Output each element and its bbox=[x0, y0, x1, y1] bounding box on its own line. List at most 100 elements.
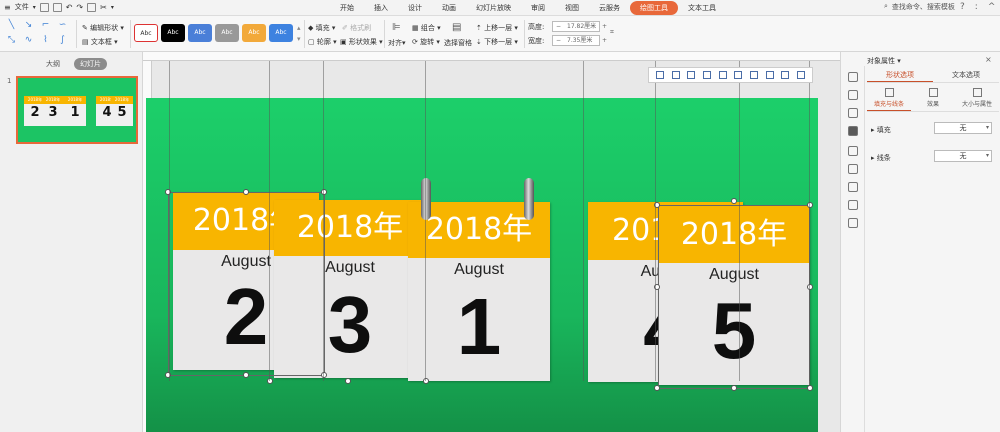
collapse-ribbon-icon[interactable]: ^ bbox=[988, 2, 996, 12]
resize-handle[interactable] bbox=[243, 372, 249, 378]
properties-icon[interactable] bbox=[848, 126, 858, 136]
subtab-size[interactable]: 大小与属性 bbox=[955, 86, 999, 111]
calendar-card[interactable]: 2018年 August 1 bbox=[408, 202, 550, 381]
history-icon[interactable] bbox=[848, 182, 858, 192]
style-preset-blue-2[interactable]: Abc bbox=[269, 24, 293, 42]
save-icon[interactable] bbox=[39, 2, 49, 12]
height-field[interactable]: 17.82厘米 bbox=[552, 21, 607, 32]
line-select[interactable]: 无 bbox=[934, 150, 992, 162]
share-icon[interactable] bbox=[848, 164, 858, 174]
align-top-icon[interactable] bbox=[702, 71, 711, 79]
fill-section-toggle[interactable]: ▸ 填充 bbox=[871, 125, 891, 135]
format-painter-button[interactable]: ✐ 格式刷 bbox=[342, 23, 371, 33]
slide[interactable]: 2018年 August 2 2018年 August 3 2018年 Augu… bbox=[146, 98, 818, 432]
resize-handle[interactable] bbox=[654, 385, 660, 391]
editing-canvas[interactable]: 2018年 August 2 2018年 August 3 2018年 Augu… bbox=[143, 52, 840, 432]
resize-handle[interactable] bbox=[321, 372, 327, 378]
command-search[interactable]: ⌕ 查找命令、搜索模板 bbox=[884, 2, 955, 12]
group-button[interactable]: ▦ 组合 ▾ bbox=[412, 23, 441, 33]
resize-handle[interactable] bbox=[731, 385, 737, 391]
style-preset-black[interactable]: Abc bbox=[161, 24, 185, 42]
redo-icon[interactable]: ↷ bbox=[76, 3, 83, 12]
tab-text-options[interactable]: 文本选项 bbox=[933, 69, 999, 82]
subtab-fill-line[interactable]: 填充与线条 bbox=[867, 86, 911, 111]
line-section-toggle[interactable]: ▸ 线条 bbox=[871, 153, 891, 163]
rotate-button[interactable]: ⟳ 旋转 ▾ bbox=[412, 37, 440, 47]
selection-pane-button[interactable]: 选择窗格 bbox=[444, 38, 472, 48]
resize-handle[interactable] bbox=[243, 189, 249, 195]
style-preset-orange[interactable]: Abc bbox=[242, 24, 266, 42]
tab-outline[interactable]: 大纲 bbox=[40, 58, 66, 70]
align-left-icon[interactable] bbox=[655, 71, 664, 79]
resize-handle[interactable] bbox=[731, 198, 737, 204]
curve-shape-icon[interactable]: ∿ bbox=[21, 34, 36, 47]
resize-handle[interactable] bbox=[807, 202, 813, 208]
resize-handle[interactable] bbox=[165, 372, 171, 378]
align-right-icon[interactable] bbox=[687, 71, 696, 79]
curved-connector-icon[interactable]: ∽ bbox=[55, 19, 70, 32]
tab-slides[interactable]: 幻灯片 bbox=[74, 58, 107, 70]
group-icon[interactable] bbox=[781, 71, 790, 79]
elbow-connector-icon[interactable]: ⌐ bbox=[38, 19, 53, 32]
menu-icon[interactable]: ≡ bbox=[4, 3, 11, 12]
style-preset-outline[interactable]: Abc bbox=[134, 24, 158, 42]
print-icon[interactable] bbox=[52, 2, 62, 12]
resize-handle[interactable] bbox=[423, 378, 429, 384]
layers-icon[interactable] bbox=[848, 108, 858, 118]
star-icon[interactable] bbox=[848, 72, 858, 82]
resize-handle[interactable] bbox=[165, 189, 171, 195]
resize-handle[interactable] bbox=[321, 189, 327, 195]
scribble-icon[interactable]: ∫ bbox=[55, 34, 70, 47]
more-options-icon[interactable]: : bbox=[975, 2, 978, 12]
arrow-line-icon[interactable]: ↘ bbox=[21, 19, 36, 32]
tab-view[interactable]: 视图 bbox=[555, 1, 589, 15]
shape-gallery[interactable]: ╲ ↘ ⌐ ∽ ⤡ ∿ ⌇ ∫ bbox=[4, 19, 72, 49]
location-icon[interactable] bbox=[848, 146, 858, 156]
tab-drawing-tools[interactable]: 绘图工具 bbox=[630, 1, 678, 15]
freeform-icon[interactable]: ⌇ bbox=[38, 34, 53, 47]
subtab-effect[interactable]: 效果 bbox=[911, 86, 955, 111]
format-brush-icon[interactable]: ✂ bbox=[100, 3, 107, 12]
tab-slideshow[interactable]: 幻灯片放映 bbox=[466, 1, 521, 15]
distribute-h-icon[interactable] bbox=[749, 71, 758, 79]
style-preset-blue[interactable]: Abc bbox=[188, 24, 212, 42]
selection-pane-icon[interactable]: ▤ bbox=[452, 22, 461, 33]
tab-shape-options[interactable]: 形状选项 bbox=[867, 69, 933, 82]
text-box-button[interactable]: ▤ 文本框 ▾ bbox=[82, 37, 118, 47]
bring-forward-button[interactable]: ⇡ 上移一层 ▾ bbox=[476, 23, 518, 33]
lock-ratio-icon[interactable]: ⌗ bbox=[610, 28, 614, 37]
tab-animation[interactable]: 动画 bbox=[432, 1, 466, 15]
gallery-scroll-up-icon[interactable]: ▴ bbox=[297, 24, 301, 32]
undo-icon[interactable]: ↶ bbox=[66, 3, 73, 12]
slide-thumbnail[interactable]: 2018年 2 2018年 3 2018年 1 2018年 4 2018年 5 bbox=[16, 76, 138, 144]
align-center-icon[interactable] bbox=[671, 71, 680, 79]
double-arrow-icon[interactable]: ⤡ bbox=[4, 34, 19, 47]
align-button[interactable]: 对齐▾ bbox=[388, 38, 406, 48]
horizontal-ruler[interactable] bbox=[143, 52, 840, 61]
copy-icon[interactable] bbox=[848, 90, 858, 100]
help-icon[interactable]: ? bbox=[960, 2, 965, 12]
dropdown-icon[interactable]: ▾ bbox=[33, 4, 36, 11]
distribute-v-icon[interactable] bbox=[765, 71, 774, 79]
tab-insert[interactable]: 插入 bbox=[364, 1, 398, 15]
gallery-scroll-down-icon[interactable]: ▾ bbox=[297, 35, 301, 43]
outline-button[interactable]: ▢ 轮廓 ▾ bbox=[308, 37, 337, 47]
grid-icon[interactable] bbox=[848, 218, 858, 228]
tab-cloud[interactable]: 云服务 bbox=[589, 1, 630, 15]
tab-text-tools[interactable]: 文本工具 bbox=[678, 1, 726, 15]
pane-title[interactable]: 对象属性 ▾ bbox=[867, 56, 901, 66]
file-menu[interactable]: 文件 bbox=[15, 2, 29, 12]
line-shape-icon[interactable]: ╲ bbox=[4, 19, 19, 32]
close-icon[interactable]: × bbox=[985, 55, 992, 64]
width-field[interactable]: 7.35厘米 bbox=[552, 35, 607, 46]
shape-effect-button[interactable]: ▣ 形状效果 ▾ bbox=[340, 37, 383, 47]
edit-shape-button[interactable]: ✎ 编辑形状 ▾ bbox=[82, 23, 124, 33]
copy-icon[interactable] bbox=[87, 2, 97, 12]
tab-review[interactable]: 审阅 bbox=[521, 1, 555, 15]
send-backward-button[interactable]: ⇣ 下移一层 ▾ bbox=[476, 37, 518, 47]
help-icon[interactable] bbox=[848, 200, 858, 210]
align-middle-icon[interactable] bbox=[718, 71, 727, 79]
style-preset-gray[interactable]: Abc bbox=[215, 24, 239, 42]
tab-home[interactable]: 开始 bbox=[330, 1, 364, 15]
resize-handle[interactable] bbox=[267, 378, 273, 384]
